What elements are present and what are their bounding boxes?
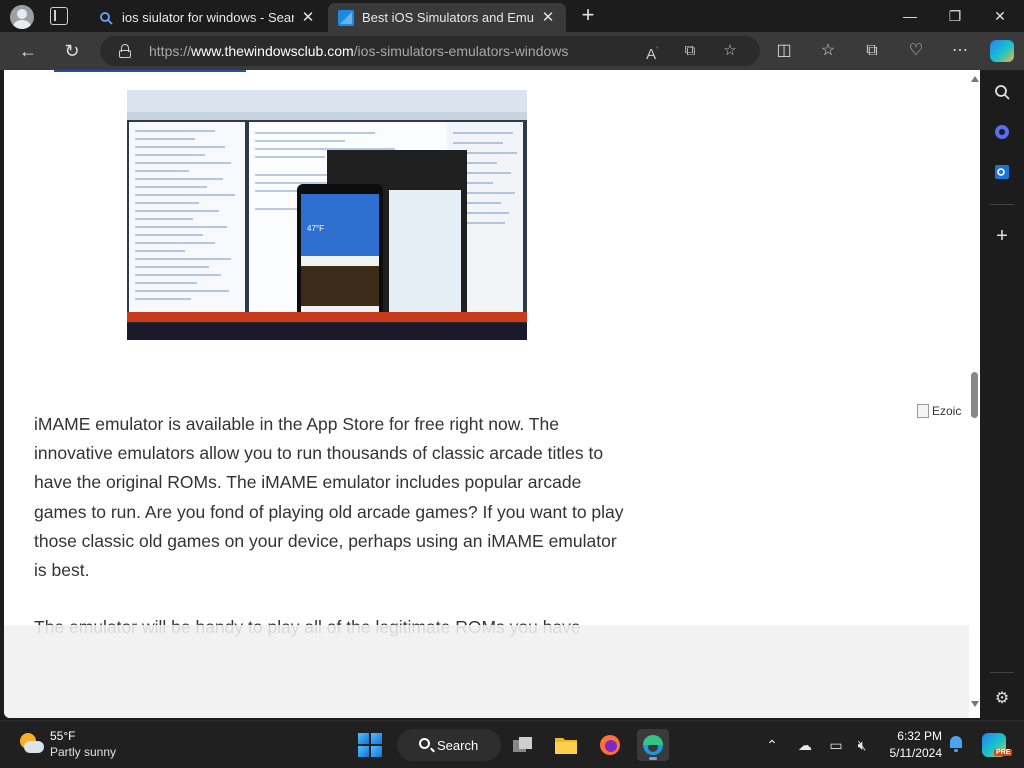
windows-taskbar: 55°F Partly sunny Search ⌃ ☁ ▭ 🔇︎ 6:32 P… xyxy=(0,720,1024,768)
task-view-icon[interactable] xyxy=(507,729,539,761)
tab-title: ios siulator for windows - Search xyxy=(122,10,294,25)
app-available-icon[interactable]: ⧉ xyxy=(680,41,700,61)
copilot-sidebar-icon[interactable] xyxy=(992,122,1012,142)
bottom-overlay xyxy=(4,625,969,718)
read-aloud-icon[interactable]: Aʼ xyxy=(642,41,662,63)
display-icon[interactable]: ▭ xyxy=(826,735,846,755)
page-scrollbar[interactable] xyxy=(969,70,980,718)
twc-favicon-icon xyxy=(338,9,354,26)
add-app-icon[interactable]: + xyxy=(992,225,1012,247)
close-tab-icon[interactable]: ✕ xyxy=(540,9,556,26)
tab-actions-icon[interactable] xyxy=(50,7,68,25)
show-hidden-icons-chevron-icon[interactable]: ⌃ xyxy=(762,735,782,755)
volume-muted-icon[interactable]: 🔇︎ xyxy=(852,735,872,755)
restore-icon[interactable]: ❐ xyxy=(940,4,970,28)
clock-date[interactable]: 5/11/2024 xyxy=(880,746,943,760)
article-screenshot-image: 47°F xyxy=(127,90,527,340)
minimize-icon[interactable]: — xyxy=(895,4,925,28)
tab-bar: ios siulator for windows - Search ✕ Best… xyxy=(0,0,1024,32)
article-paragraph: iMAME emulator is available in the App S… xyxy=(34,414,624,581)
broken-image-icon xyxy=(917,404,929,418)
refresh-icon[interactable]: ↻ xyxy=(61,40,83,62)
tab-search[interactable]: ios siulator for windows - Search ✕ xyxy=(88,3,326,32)
weather-icon[interactable] xyxy=(18,731,44,757)
firefox-icon[interactable] xyxy=(594,729,626,761)
taskbar-search-button[interactable]: Search xyxy=(397,729,501,761)
copilot-preview-badge: PRE xyxy=(994,749,1013,756)
header-underline xyxy=(54,70,246,72)
search-icon xyxy=(419,738,430,749)
outlook-icon[interactable] xyxy=(992,162,1012,182)
settings-more-icon[interactable]: ⋯ xyxy=(949,40,971,62)
search-favicon-icon xyxy=(98,10,114,26)
new-tab-icon[interactable]: + xyxy=(578,4,598,26)
copilot-icon[interactable] xyxy=(990,40,1014,62)
notification-bell-icon[interactable] xyxy=(948,735,964,753)
navigation-bar: ← ↻ https://www.thewindowsclub.com/ios-s… xyxy=(0,32,1024,70)
search-icon[interactable] xyxy=(992,82,1012,102)
scroll-down-icon[interactable] xyxy=(971,701,979,707)
edge-sidebar: + ⚙ xyxy=(980,70,1024,718)
url-text: https://www.thewindowsclub.com/ios-simul… xyxy=(149,43,569,59)
file-explorer-icon[interactable] xyxy=(550,729,582,761)
lock-icon[interactable] xyxy=(119,44,131,58)
cloud-offline-icon[interactable]: ☁ xyxy=(795,735,815,755)
address-bar[interactable]: https://www.thewindowsclub.com/ios-simul… xyxy=(100,36,760,66)
weather-condition[interactable]: Partly sunny xyxy=(50,745,116,759)
clock-time[interactable]: 6:32 PM xyxy=(886,729,942,743)
sidebar-settings-gear-icon[interactable]: ⚙ xyxy=(992,688,1012,708)
close-window-icon[interactable]: ✕ xyxy=(985,4,1015,28)
favorites-icon[interactable]: ☆ xyxy=(817,40,839,62)
edge-icon[interactable] xyxy=(637,729,669,761)
back-icon[interactable]: ← xyxy=(17,40,39,62)
profile-avatar-icon[interactable] xyxy=(10,5,34,29)
favorite-star-icon[interactable]: ☆ xyxy=(720,41,740,61)
scroll-thumb[interactable] xyxy=(971,372,978,418)
split-screen-icon[interactable]: ◫ xyxy=(773,40,795,62)
close-tab-icon[interactable]: ✕ xyxy=(300,9,316,26)
scroll-up-icon[interactable] xyxy=(971,76,979,82)
tab-active[interactable]: Best iOS Simulators and Emulators ✕ xyxy=(328,3,566,32)
tab-title: Best iOS Simulators and Emulators xyxy=(362,10,534,25)
collections-icon[interactable]: ⧉ xyxy=(861,40,883,62)
start-button-icon[interactable] xyxy=(358,733,382,757)
weather-temperature[interactable]: 55°F xyxy=(50,729,75,743)
page-content: 47°F iMAME emulator is available in the … xyxy=(4,70,980,718)
ezoic-ad-image[interactable]: Ezoic xyxy=(917,404,961,418)
browser-essentials-icon[interactable]: ♡ xyxy=(905,40,927,62)
